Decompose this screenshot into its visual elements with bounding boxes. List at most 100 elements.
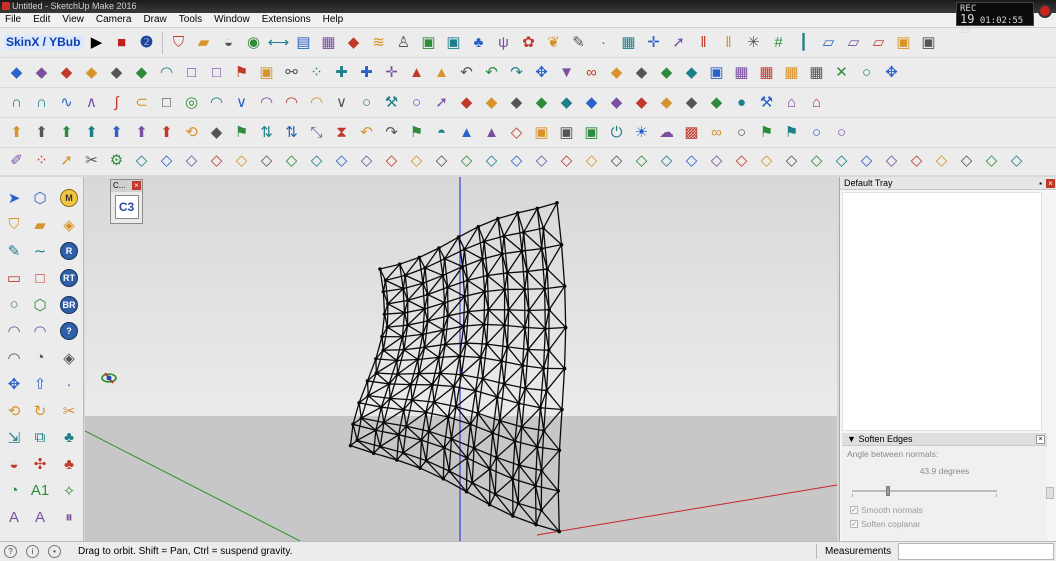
circle-icon[interactable]: ○: [354, 91, 379, 115]
bush-icon[interactable]: ✿: [516, 31, 541, 55]
v-icon[interactable]: ∨: [329, 91, 354, 115]
cube-icon[interactable]: ◆: [629, 91, 654, 115]
shape-icon[interactable]: ◇: [679, 149, 704, 173]
dot-icon[interactable]: ·: [57, 371, 81, 398]
cube-icon[interactable]: ◆: [554, 91, 579, 115]
cube-icon[interactable]: ◆: [579, 91, 604, 115]
bars-icon[interactable]: ‖: [691, 31, 716, 55]
house-icon[interactable]: ⌂: [804, 91, 829, 115]
menu-view[interactable]: View: [57, 13, 91, 27]
shape-icon[interactable]: ◇: [429, 149, 454, 173]
sun-icon[interactable]: ☀: [629, 121, 654, 145]
shape-icon[interactable]: ◇: [754, 149, 779, 173]
binoc-icon[interactable]: ∞: [704, 121, 729, 145]
cube-icon[interactable]: ◆: [4, 61, 29, 85]
box-icon[interactable]: ▣: [416, 31, 441, 55]
redo-icon[interactable]: ↷: [504, 61, 529, 85]
dots-icon[interactable]: ⁘: [29, 149, 54, 173]
dimension-icon[interactable]: A1: [28, 478, 52, 505]
tray-scrollbar[interactable]: [1046, 487, 1054, 499]
shape-icon[interactable]: ◇: [504, 121, 529, 145]
compass-icon[interactable]: ✧: [57, 478, 81, 505]
protractor-icon[interactable]: ◔: [2, 478, 26, 505]
cube-icon[interactable]: ◆: [204, 121, 229, 145]
cup-icon[interactable]: ▼: [554, 61, 579, 85]
x-icon[interactable]: ✕: [829, 61, 854, 85]
square-icon[interactable]: □: [28, 265, 52, 292]
shape-icon[interactable]: ◇: [729, 149, 754, 173]
house-icon[interactable]: ⌂: [779, 91, 804, 115]
tree-icon[interactable]: ♣: [57, 424, 81, 451]
tree-icon[interactable]: ♣: [57, 451, 81, 478]
up-icon[interactable]: ⬆: [104, 121, 129, 145]
user-icon[interactable]: •: [48, 545, 61, 558]
i-icon[interactable]: ∫: [104, 91, 129, 115]
cone-icon[interactable]: ▲: [404, 61, 429, 85]
cube-icon[interactable]: ◆: [629, 61, 654, 85]
flag-icon[interactable]: ⚑: [229, 121, 254, 145]
cube-icon[interactable]: ◆: [29, 61, 54, 85]
play-icon[interactable]: ▶: [84, 31, 109, 55]
measurements-input[interactable]: [898, 543, 1054, 560]
dots-icon[interactable]: ⁘: [304, 61, 329, 85]
diag-icon[interactable]: ⤡: [304, 121, 329, 145]
shape-icon[interactable]: ◇: [529, 149, 554, 173]
smooth-normals-checkbox[interactable]: ✓ Smooth normals: [842, 504, 1047, 516]
arc-icon[interactable]: ◠: [2, 318, 26, 345]
stop-icon[interactable]: ■: [109, 31, 134, 55]
cube-icon[interactable]: ◆: [654, 61, 679, 85]
shape-icon[interactable]: ◇: [404, 149, 429, 173]
menu-help[interactable]: Help: [318, 13, 351, 27]
text-icon[interactable]: A: [2, 504, 26, 531]
plane-icon[interactable]: ▱: [841, 31, 866, 55]
circle-icon[interactable]: ○: [829, 121, 854, 145]
square-icon[interactable]: □: [179, 61, 204, 85]
angle-slider[interactable]: [852, 486, 1037, 497]
up-icon[interactable]: ⬆: [4, 121, 29, 145]
cross-icon[interactable]: ✛: [641, 31, 666, 55]
n-icon[interactable]: ∧: [79, 91, 104, 115]
soften-edges-header[interactable]: ▼ Soften Edges ×: [842, 433, 1047, 446]
tag-icon[interactable]: ◈: [57, 212, 81, 239]
shape-icon[interactable]: ◇: [179, 149, 204, 173]
shape-icon[interactable]: ◇: [504, 149, 529, 173]
paint-bucket-icon[interactable]: ⛉: [2, 212, 26, 239]
shape-icon[interactable]: ◇: [129, 149, 154, 173]
followme-icon[interactable]: ↻: [28, 398, 52, 425]
box-icon[interactable]: ▣: [579, 121, 604, 145]
tag-icon[interactable]: ◈: [57, 345, 81, 372]
cube-icon[interactable]: ◆: [479, 91, 504, 115]
shape-icon[interactable]: ◇: [354, 149, 379, 173]
component-icon[interactable]: ⬡: [28, 185, 52, 212]
arc-icon[interactable]: ◠: [204, 91, 229, 115]
shape-icon[interactable]: ◇: [779, 149, 804, 173]
select-icon[interactable]: ➤: [2, 185, 26, 212]
box-icon[interactable]: ▣: [254, 61, 279, 85]
dot-icon[interactable]: ·: [591, 31, 616, 55]
tree-icon[interactable]: ♣: [466, 31, 491, 55]
close-icon[interactable]: ×: [1036, 435, 1045, 444]
grid-icon[interactable]: ▦: [616, 31, 641, 55]
menu-draw[interactable]: Draw: [138, 13, 173, 27]
shape-icon[interactable]: ◇: [554, 149, 579, 173]
3dtext-icon[interactable]: A: [28, 504, 52, 531]
shape-icon[interactable]: ◇: [979, 149, 1004, 173]
soften-coplanar-checkbox[interactable]: ✓ Soften coplanar: [842, 518, 1047, 530]
circle-icon[interactable]: ○: [854, 61, 879, 85]
pin-icon[interactable]: ✎: [566, 31, 591, 55]
tools-icon[interactable]: ⚒: [754, 91, 779, 115]
shape-icon[interactable]: ◇: [829, 149, 854, 173]
curve-icon[interactable]: ∩: [4, 91, 29, 115]
pencil-icon[interactable]: ✎: [2, 238, 26, 265]
map-icon[interactable]: ▦: [316, 31, 341, 55]
menu-tools[interactable]: Tools: [174, 13, 209, 27]
shape-icon[interactable]: ◇: [254, 149, 279, 173]
cube-icon[interactable]: ◆: [604, 91, 629, 115]
up-icon[interactable]: ⬆: [129, 121, 154, 145]
plus-icon[interactable]: ✚: [354, 61, 379, 85]
cone-icon[interactable]: ▲: [429, 61, 454, 85]
flag-icon[interactable]: ⚑: [754, 121, 779, 145]
curve-icon[interactable]: ∩: [29, 91, 54, 115]
ruler-icon[interactable]: ┃: [791, 31, 816, 55]
shape-icon[interactable]: ◇: [704, 149, 729, 173]
